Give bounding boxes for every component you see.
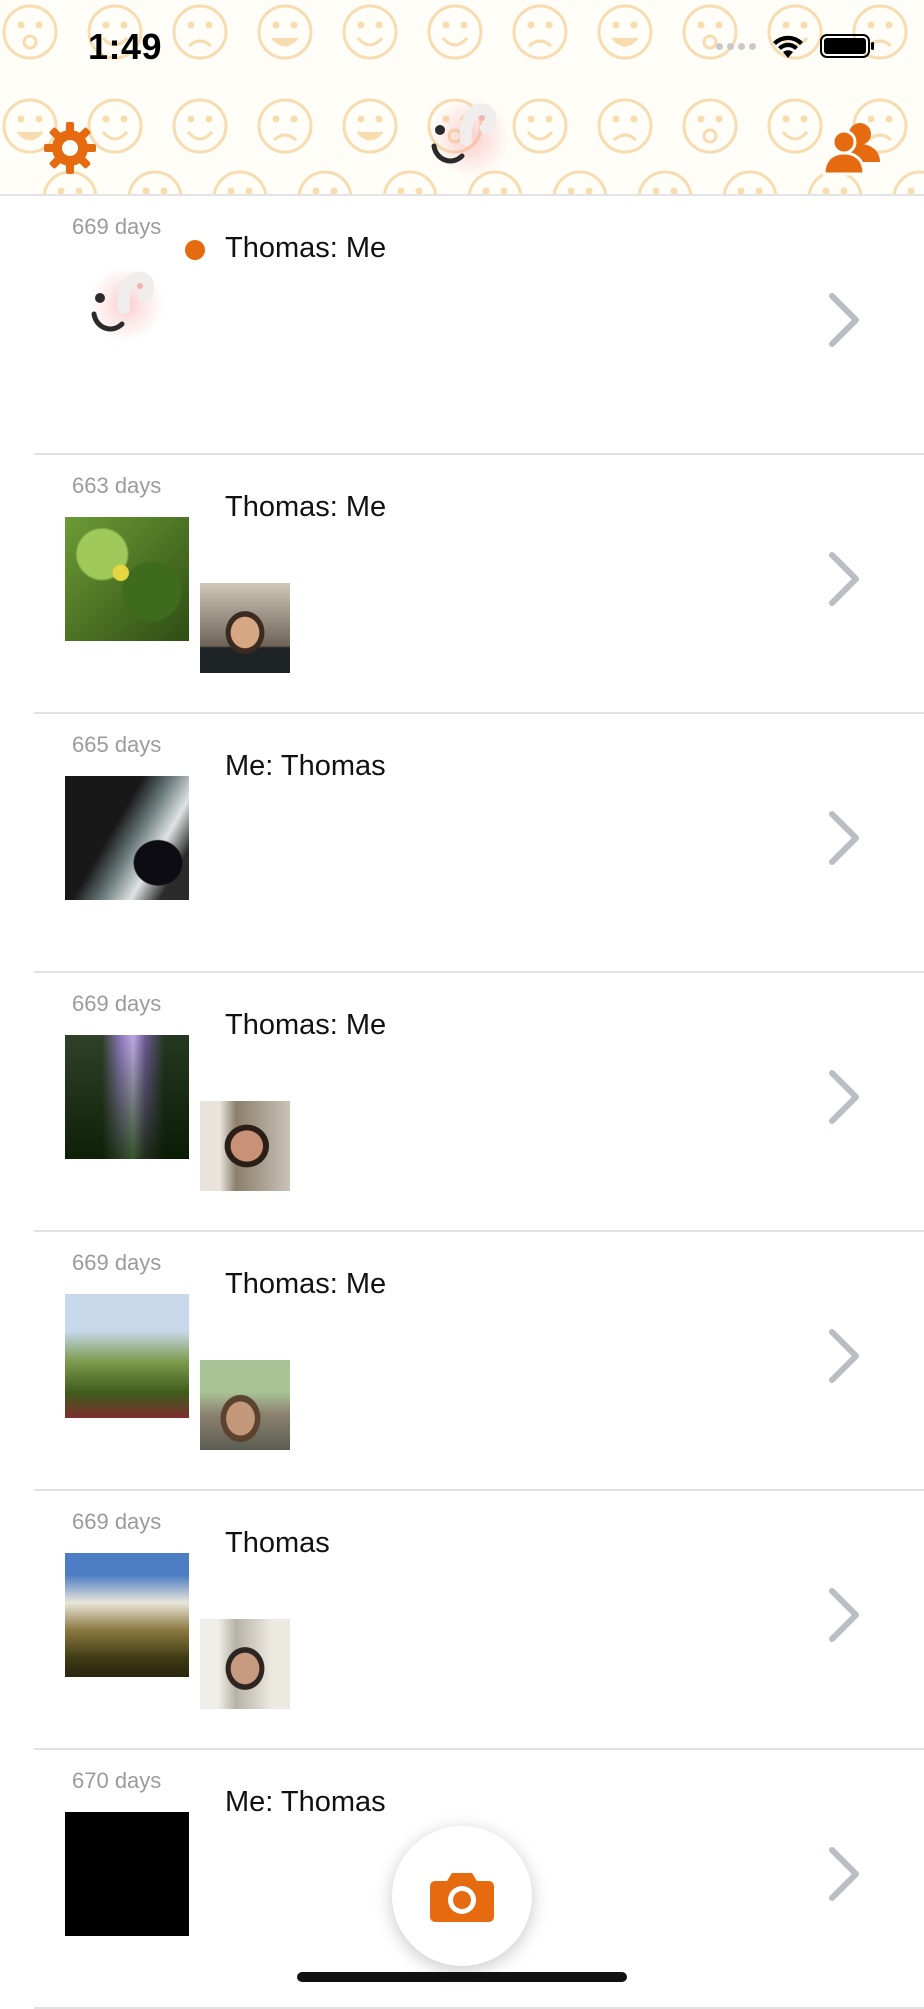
smiley-pattern-icon [172, 4, 228, 60]
conversation-title: Thomas: Me [225, 1009, 387, 1041]
camera-button[interactable] [392, 1826, 532, 1966]
smiley-pattern-icon [342, 4, 398, 60]
battery-icon [820, 34, 874, 58]
smiley-pattern-icon [637, 170, 693, 194]
smiley-pattern-icon [257, 98, 313, 154]
conversation-row[interactable]: 669 days Thomas: Me [0, 973, 924, 1232]
smiley-pattern-icon [597, 98, 653, 154]
photo-thumbnail [65, 1553, 189, 1677]
chevron-right-icon [829, 1847, 859, 1901]
status-indicators [716, 32, 876, 60]
conversation-title: Thomas: Me [225, 1268, 387, 1300]
home-indicator [297, 1972, 627, 1982]
friends-icon[interactable] [820, 116, 884, 180]
smiley-pattern-icon [172, 98, 228, 154]
smiley-pattern-icon [512, 4, 568, 60]
unread-indicator [185, 240, 205, 260]
conversation-title: Me: Thomas [225, 1786, 386, 1818]
smiley-pattern-icon [512, 98, 568, 154]
conversation-row[interactable]: 669 days Thomas: Me [0, 196, 924, 455]
days-ago-label: 669 days [72, 1250, 162, 1275]
photo-thumbnail [65, 1035, 189, 1159]
conversation-title: Thomas: Me [225, 232, 387, 264]
days-ago-label: 670 days [72, 1768, 162, 1793]
photo-thumbnail [65, 1294, 189, 1418]
conversation-row[interactable]: 663 days Thomas: Me [0, 455, 924, 714]
conversation-title: Me: Thomas [225, 750, 386, 782]
conversation-row[interactable]: 669 days Thomas: Me [0, 1232, 924, 1491]
chevron-right-icon [829, 1070, 859, 1124]
cellular-signal-icon [716, 42, 756, 50]
status-time: 1:49 [88, 26, 163, 67]
smiley-pattern-icon [597, 4, 653, 60]
days-ago-label: 669 days [72, 214, 162, 239]
smiley-pattern-icon [2, 4, 58, 60]
smiley-pattern-icon [212, 170, 268, 194]
conversation-row[interactable]: 669 days Thomas [0, 1491, 924, 1750]
conversation-title: Thomas [225, 1527, 330, 1559]
app-logo-thumbnail [88, 266, 164, 342]
app-logo [430, 98, 510, 178]
smiley-pattern-icon [342, 98, 398, 154]
chevron-right-icon [829, 1588, 859, 1642]
app-header: 1:49 [0, 0, 924, 196]
gear-icon[interactable] [40, 118, 100, 178]
reaction-thumbnail [200, 1101, 290, 1191]
smiley-pattern-icon [682, 98, 738, 154]
chevron-right-icon [829, 552, 859, 606]
days-ago-label: 669 days [72, 1509, 162, 1534]
reaction-thumbnail [200, 1360, 290, 1450]
days-ago-label: 663 days [72, 473, 162, 498]
smiley-pattern-icon [767, 98, 823, 154]
conversation-list: 669 days Thomas: Me 663 days Thomas: Me … [0, 196, 924, 2009]
conversation-row[interactable]: 665 days Me: Thomas [0, 714, 924, 973]
reaction-thumbnail [200, 583, 290, 673]
smiley-pattern-icon [127, 170, 183, 194]
conversation-title: Thomas: Me [225, 491, 387, 523]
days-ago-label: 669 days [72, 991, 162, 1016]
chevron-right-icon [829, 811, 859, 865]
photo-thumbnail [65, 1812, 189, 1936]
smiley-pattern-icon [257, 4, 313, 60]
camera-icon [430, 1873, 494, 1922]
smiley-pattern-icon [892, 170, 924, 194]
wifi-icon [773, 35, 803, 58]
smiley-pattern-icon [722, 170, 778, 194]
chevron-right-icon [829, 1329, 859, 1383]
photo-thumbnail [65, 517, 189, 641]
smiley-pattern-icon [552, 170, 608, 194]
chevron-right-icon [829, 293, 859, 347]
smiley-pattern-icon [427, 4, 483, 60]
days-ago-label: 665 days [72, 732, 162, 757]
photo-thumbnail [65, 776, 189, 900]
reaction-thumbnail [200, 1619, 290, 1709]
smiley-pattern-icon [297, 170, 353, 194]
